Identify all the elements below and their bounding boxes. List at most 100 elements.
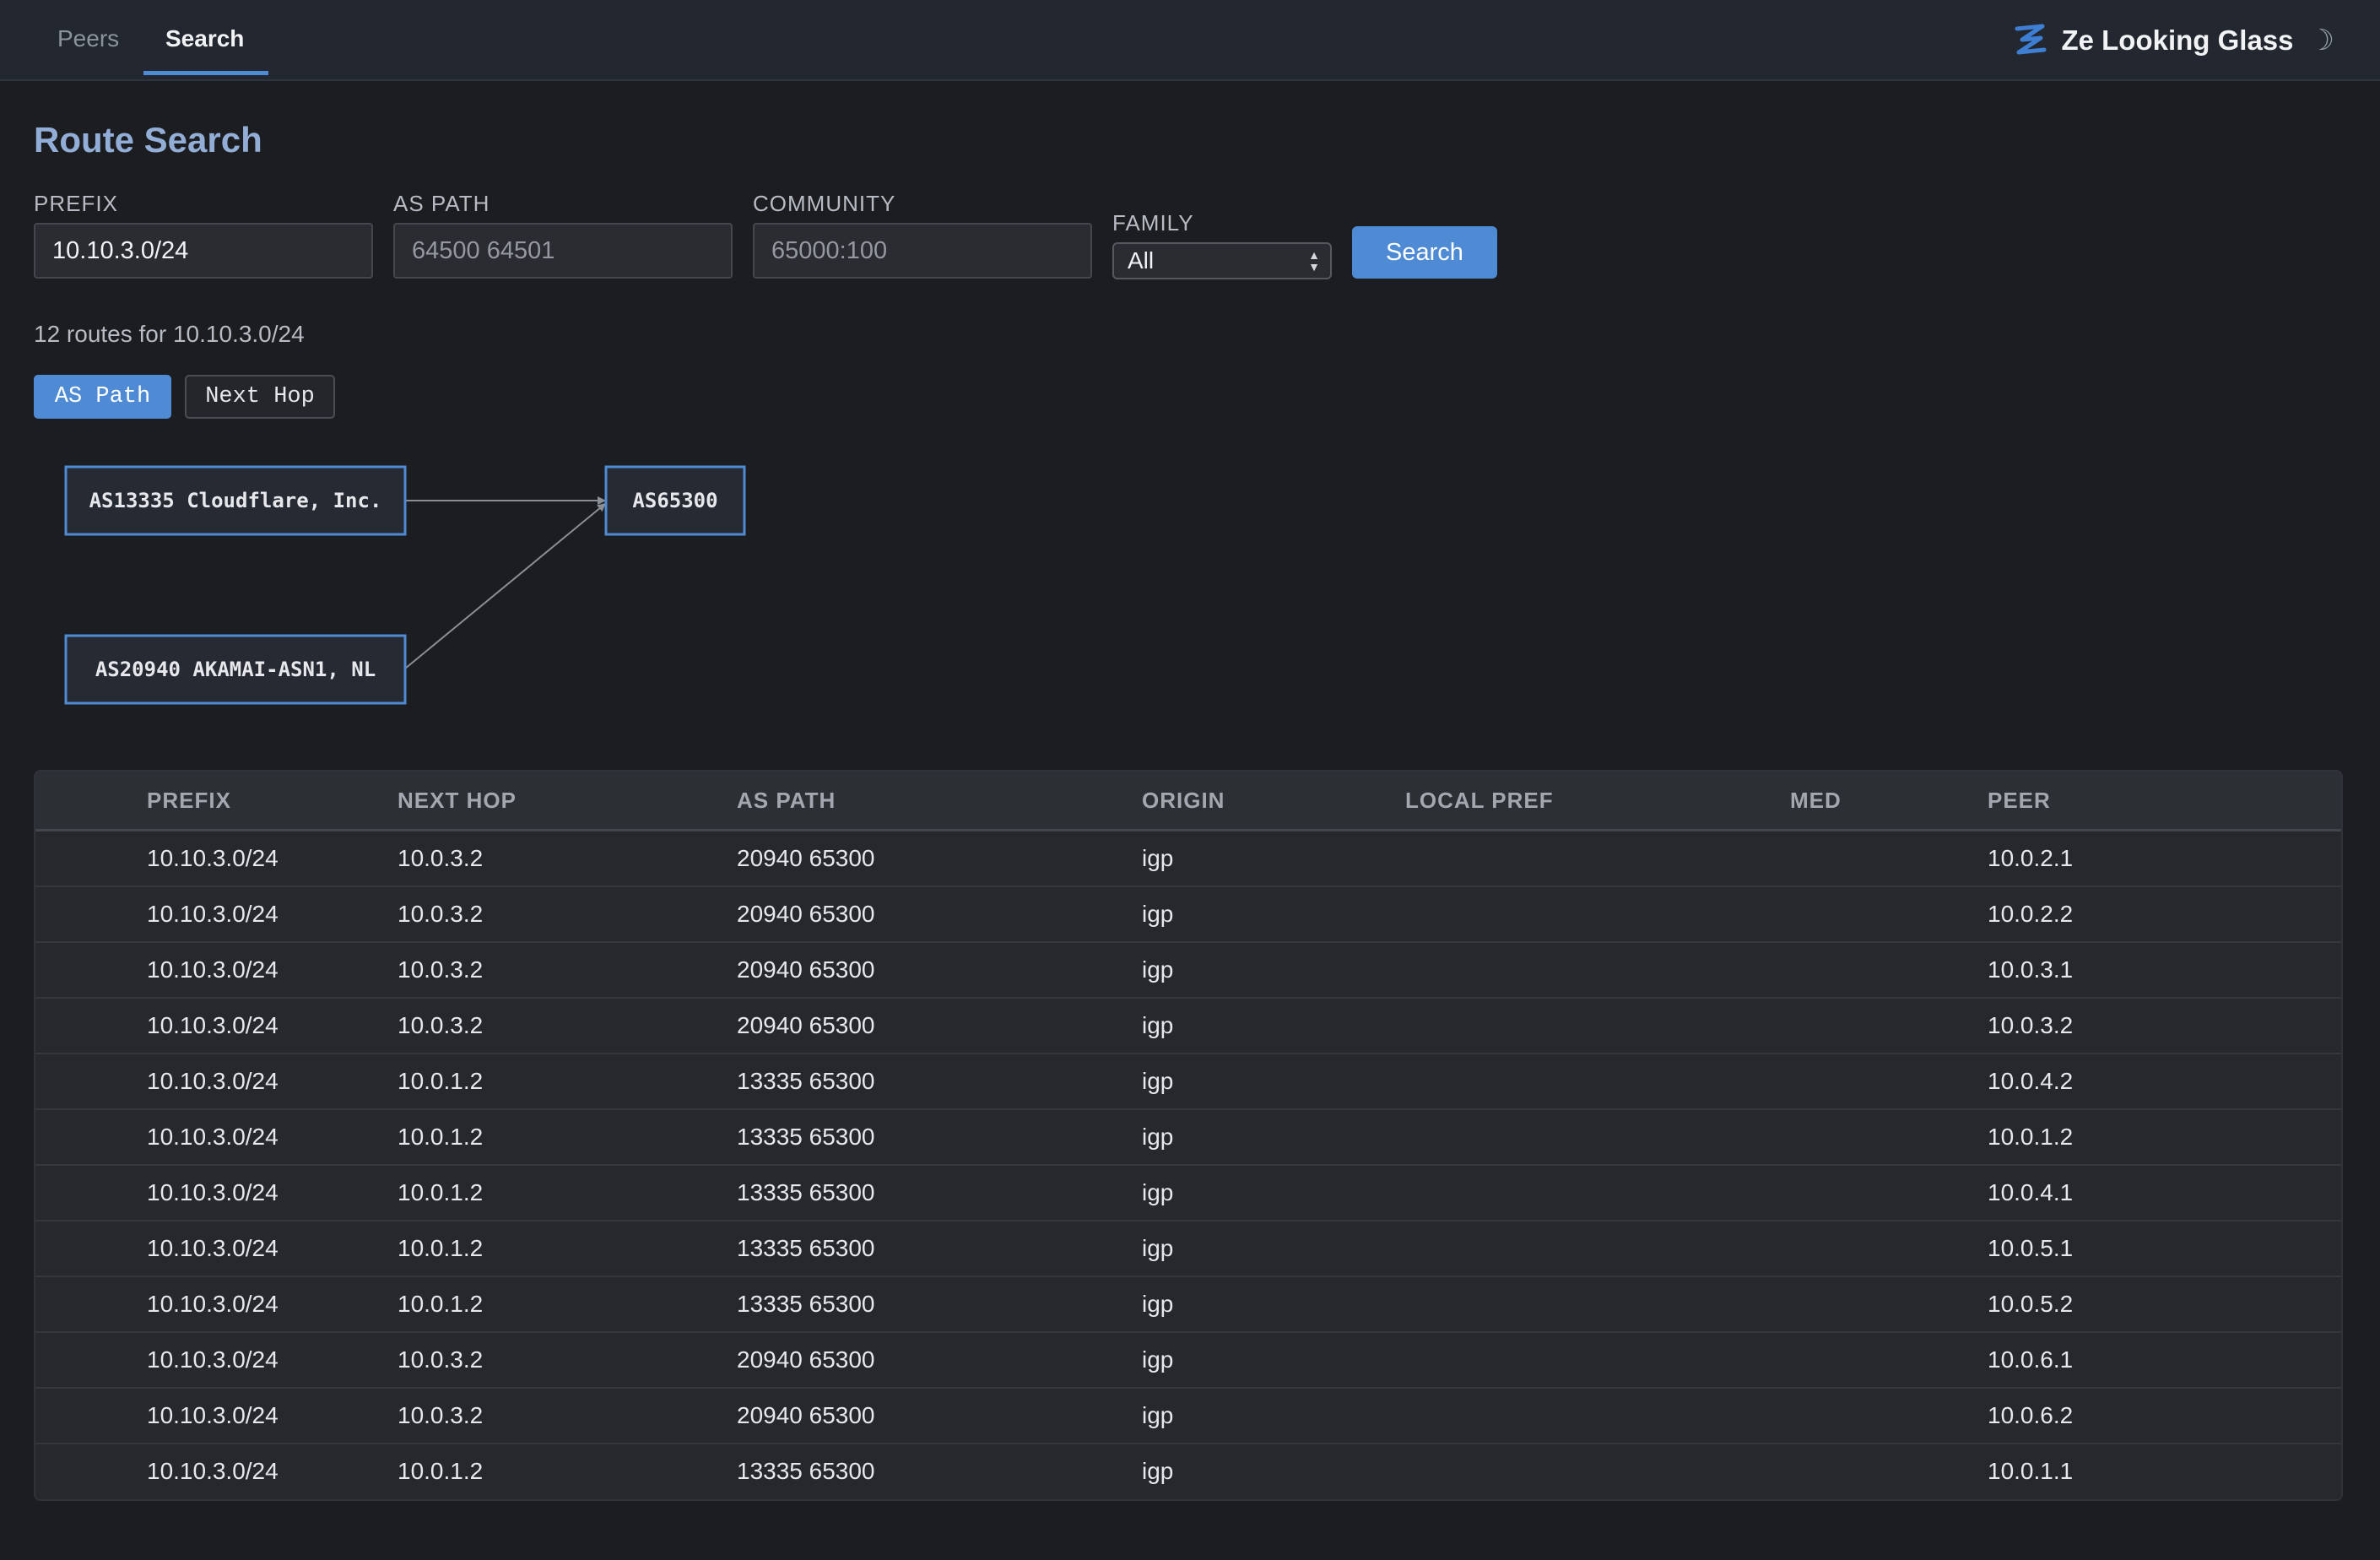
- tab-peers[interactable]: Peers: [57, 0, 119, 78]
- column-header-prefix[interactable]: PREFIX: [35, 772, 398, 831]
- column-header-med[interactable]: MED: [1790, 772, 1988, 831]
- cell-med: [1790, 1165, 1988, 1221]
- cell-origin: igp: [1142, 1221, 1405, 1277]
- prefix-input[interactable]: [34, 223, 373, 279]
- as-path-label: AS PATH: [393, 191, 490, 216]
- table-row[interactable]: 10.10.3.0/24 10.0.1.2 13335 65300 igp 10.0.4…: [35, 1165, 2341, 1221]
- cell-next-hop: 10.0.3.2: [398, 886, 737, 943]
- cell-origin: igp: [1142, 998, 1405, 1054]
- next-hop-view-button[interactable]: Next Hop: [185, 375, 335, 419]
- column-header-next-hop[interactable]: NEXT HOP: [398, 772, 737, 831]
- cell-next-hop: 10.0.3.2: [398, 1388, 737, 1444]
- table-row[interactable]: 10.10.3.0/24 10.0.1.2 13335 65300 igp 10.0.5…: [35, 1276, 2341, 1333]
- cell-med: [1790, 1444, 1988, 1498]
- cell-med: [1790, 1388, 1988, 1444]
- cell-origin: igp: [1142, 1388, 1405, 1444]
- cell-med: [1790, 998, 1988, 1054]
- column-header-as-path[interactable]: AS PATH: [737, 772, 1142, 831]
- routes-table: PREFIX NEXT HOP AS PATH ORIGIN LOCAL PRE…: [34, 770, 2343, 1501]
- cell-origin: igp: [1142, 1458, 1174, 1484]
- cell-as-path: 20940 65300: [737, 1388, 1142, 1444]
- cell-prefix: 10.10.3.0/24: [35, 1109, 398, 1166]
- cell-local-pref: [1405, 1109, 1790, 1166]
- cell-prefix: 10.10.3.0/24: [35, 886, 398, 943]
- cell-med: [1790, 1054, 1988, 1110]
- cell-peer: 10.0.5.2: [1988, 1276, 2341, 1333]
- cell-prefix: 10.10.3.0/24: [147, 1458, 279, 1484]
- cell-prefix: 10.10.3.0/24: [35, 942, 398, 999]
- table-row[interactable]: 10.10.3.0/24 10.0.1.2 13335 65300 igp 10.0.1…: [35, 1109, 2341, 1166]
- svg-text:AS20940 AKAMAI-ASN1, NL: AS20940 AKAMAI-ASN1, NL: [95, 658, 376, 681]
- svg-text:AS13335 Cloudflare, Inc.: AS13335 Cloudflare, Inc.: [89, 489, 382, 512]
- cell-as-path: 20940 65300: [737, 942, 1142, 999]
- select-arrows-icon: ▲ ▼: [1308, 248, 1320, 274]
- search-button[interactable]: Search: [1352, 226, 1497, 279]
- ze-logo-icon: [2015, 24, 2047, 55]
- cell-origin: igp: [1142, 942, 1405, 999]
- family-label: FAMILY: [1112, 210, 1194, 236]
- cell-local-pref: [1405, 998, 1790, 1054]
- graph-edge-akamai-to-as65300: [404, 502, 607, 669]
- graph-node-as65300[interactable]: AS65300: [604, 465, 746, 536]
- cell-as-path: 13335 65300: [737, 1109, 1142, 1166]
- table-row[interactable]: 10.10.3.0/24 10.0.3.2 20940 65300 igp 10.0.3…: [35, 942, 2341, 999]
- table-row[interactable]: 10.10.3.0/24 10.0.3.2 20940 65300 igp 10.0.2…: [35, 886, 2341, 943]
- cell-next-hop: 10.0.1.2: [398, 1458, 484, 1484]
- column-header-origin[interactable]: ORIGIN: [1142, 772, 1405, 831]
- active-tab-indicator: [143, 71, 268, 75]
- cell-med: [1790, 942, 1988, 999]
- cell-local-pref: [1405, 942, 1790, 999]
- table-row[interactable]: 10.10.3.0/24 10.0.1.2 13335 65300 igp 10.0.1…: [35, 1444, 2341, 1498]
- graph-node-as13335[interactable]: AS13335 Cloudflare, Inc.: [64, 465, 407, 536]
- cell-next-hop: 10.0.1.2: [398, 1221, 737, 1277]
- brand-title: Ze Looking Glass: [2061, 24, 2294, 56]
- svg-text:AS65300: AS65300: [632, 489, 717, 512]
- as-path-view-button[interactable]: AS Path: [34, 375, 171, 419]
- column-header-peer[interactable]: PEER: [1988, 772, 2341, 831]
- table-row[interactable]: 10.10.3.0/24 10.0.3.2 20940 65300 igp 10.0.6…: [35, 1332, 2341, 1389]
- cell-local-pref: [1405, 830, 1790, 887]
- cell-origin: igp: [1142, 1109, 1405, 1166]
- cell-peer: 10.0.3.2: [1988, 998, 2341, 1054]
- cell-origin: igp: [1142, 830, 1405, 887]
- table-row[interactable]: 10.10.3.0/24 10.0.3.2 20940 65300 igp 10.0.6…: [35, 1388, 2341, 1444]
- cell-next-hop: 10.0.1.2: [398, 1165, 737, 1221]
- family-select[interactable]: All ▲ ▼: [1112, 242, 1332, 279]
- cell-local-pref: [1405, 1221, 1790, 1277]
- cell-as-path: 13335 65300: [737, 1054, 1142, 1110]
- table-header-row: PREFIX NEXT HOP AS PATH ORIGIN LOCAL PRE…: [35, 772, 2341, 831]
- community-input[interactable]: [753, 223, 1092, 279]
- table-row[interactable]: 10.10.3.0/24 10.0.1.2 13335 65300 igp 10.0.4…: [35, 1054, 2341, 1110]
- cell-next-hop: 10.0.3.2: [398, 942, 737, 999]
- cell-as-path: 13335 65300: [737, 1458, 875, 1484]
- cell-as-path: 20940 65300: [737, 830, 1142, 887]
- cell-peer: 10.0.6.2: [1988, 1388, 2341, 1444]
- cell-next-hop: 10.0.3.2: [398, 998, 737, 1054]
- tab-search[interactable]: Search: [165, 0, 244, 78]
- theme-toggle-moon-icon[interactable]: ☽: [2309, 24, 2334, 57]
- cell-peer: 10.0.1.1: [1988, 1458, 2074, 1484]
- cell-local-pref: [1405, 1388, 1790, 1444]
- table-row[interactable]: 10.10.3.0/24 10.0.1.2 13335 65300 igp 10.0.5…: [35, 1221, 2341, 1277]
- cell-as-path: 13335 65300: [737, 1221, 1142, 1277]
- cell-next-hop: 10.0.3.2: [398, 1332, 737, 1389]
- graph-node-as20940[interactable]: AS20940 AKAMAI-ASN1, NL: [64, 634, 407, 705]
- as-path-input[interactable]: [393, 223, 733, 279]
- cell-peer: 10.0.4.1: [1988, 1165, 2341, 1221]
- cell-prefix: 10.10.3.0/24: [35, 1054, 398, 1110]
- table-row[interactable]: 10.10.3.0/24 10.0.3.2 20940 65300 igp 10.0.2…: [35, 830, 2341, 887]
- cell-as-path: 20940 65300: [737, 886, 1142, 943]
- top-nav-bar: Peers Search Ze Looking Glass ☽: [0, 0, 2380, 81]
- cell-local-pref: [1405, 1165, 1790, 1221]
- cell-med: [1790, 1276, 1988, 1333]
- cell-prefix: 10.10.3.0/24: [35, 1332, 398, 1389]
- cell-local-pref: [1405, 1444, 1790, 1498]
- cell-next-hop: 10.0.1.2: [398, 1276, 737, 1333]
- column-header-local-pref[interactable]: LOCAL PREF: [1405, 772, 1790, 831]
- page-title: Route Search: [34, 120, 262, 160]
- cell-local-pref: [1405, 1276, 1790, 1333]
- table-row[interactable]: 10.10.3.0/24 10.0.3.2 20940 65300 igp 10.0.3…: [35, 998, 2341, 1054]
- cell-med: [1790, 886, 1988, 943]
- cell-med: [1790, 1221, 1988, 1277]
- cell-origin: igp: [1142, 1276, 1405, 1333]
